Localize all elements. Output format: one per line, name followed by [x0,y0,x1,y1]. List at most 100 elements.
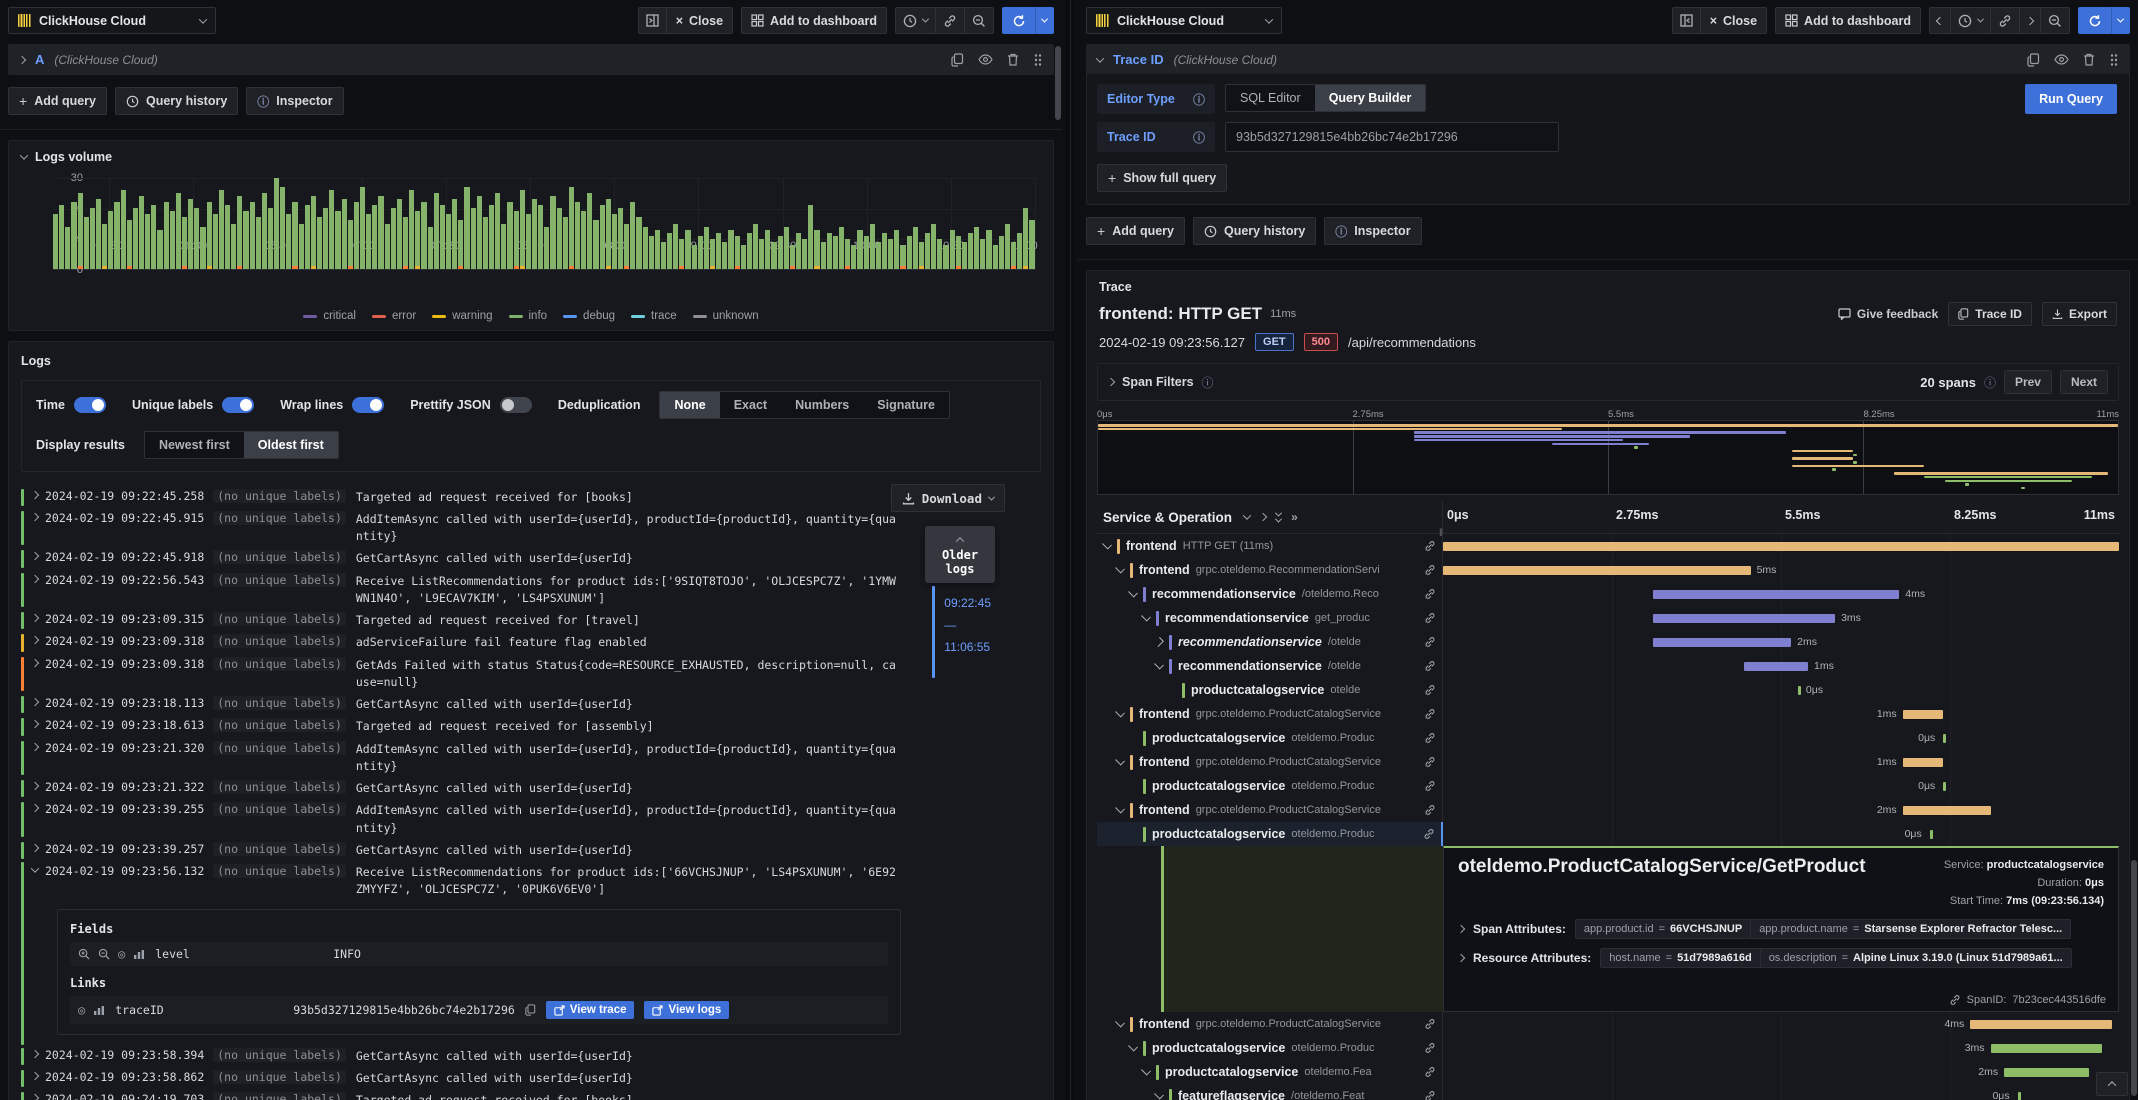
log-row[interactable]: 2024-02-19 09:23:18.113 (no unique labels… [21,694,901,716]
filter-for-icon[interactable] [78,948,90,960]
expand-log-icon[interactable] [30,742,40,751]
collapse-span-icon[interactable] [1141,611,1151,622]
collapse-query-icon[interactable] [1095,53,1105,63]
show-full-query-button[interactable]: + Show full query [1097,164,1228,192]
left-pane-scrollbar[interactable] [1055,46,1061,120]
expand-log-icon[interactable] [30,552,40,561]
log-row[interactable]: 2024-02-19 09:23:58.394 (no unique labels… [21,1045,901,1067]
refresh-interval-dropdown[interactable] [2111,7,2130,34]
collapse-span-icon[interactable] [1141,1065,1151,1076]
close-split-button[interactable]: × Close [665,7,734,34]
log-row[interactable]: 2024-02-19 09:23:21.320 (no unique labels… [21,738,901,778]
span-row[interactable]: frontend grpc.oteldemo.RecommendationServ… [1097,558,2119,582]
expand-log-icon[interactable] [30,1071,40,1080]
older-logs-button[interactable]: Older logs [925,526,995,583]
span-filters-bar[interactable]: Span Filters ⓘ 20 spans ⓘ Prev Next [1097,363,2119,401]
duplicate-query-icon[interactable] [951,52,964,67]
span-bar[interactable] [1902,758,1944,767]
log-row[interactable]: 2024-02-19 09:24:19.703 (no unique labels… [21,1090,901,1100]
zoom-out-button[interactable] [964,7,994,34]
span-link-icon[interactable] [1424,1042,1442,1054]
legend-item-trace[interactable]: trace [631,310,677,322]
view-trace-button[interactable]: View trace [545,1001,635,1019]
log-scroll-range-indicator[interactable]: 09:22:45 — 11:06:55 [932,586,991,678]
collapse-all-icon[interactable] [1275,509,1283,523]
span-row[interactable]: frontend HTTP GET (11ms) [1097,534,2119,558]
span-row[interactable]: productcatalogservice otelde 0μs [1097,678,2119,702]
log-row[interactable]: 2024-02-19 09:23:56.132 (no unique labels… [30,862,901,902]
delete-query-trash-icon[interactable] [1007,53,1019,66]
copy-icon[interactable] [525,1004,536,1016]
collapse-span-icon[interactable] [1154,1089,1164,1100]
log-row[interactable]: 2024-02-19 09:22:45.258 (no unique labels… [21,486,901,508]
run-query-refresh-button[interactable] [2078,7,2112,34]
field-row[interactable]: ◎ level INFO [70,942,888,966]
expand-chevron-right-icon[interactable] [1258,512,1268,522]
stats-icon[interactable] [133,949,145,960]
copy-trace-id-button[interactable]: Trace ID [1948,302,2032,326]
add-to-dashboard-button[interactable]: Add to dashboard [1775,7,1921,34]
span-link-icon[interactable] [1424,684,1442,696]
expand-all-icon[interactable]: » [1291,510,1298,524]
chevron-right-icon[interactable] [1456,925,1466,934]
link-row[interactable]: ◎ traceID 93b5d327129815e4bb26bc74e2b17296… [70,996,888,1024]
trace-minimap[interactable]: 0μs 2.75ms 5.5ms 8.25ms 11ms [1097,409,2119,495]
share-link-button[interactable] [1990,7,2020,34]
span-link-icon[interactable] [1424,660,1442,672]
give-feedback-button[interactable]: Give feedback [1838,307,1938,321]
expand-log-icon[interactable] [30,512,40,521]
left-datasource-picker[interactable]: ClickHouse Cloud [8,7,216,34]
expand-log-icon[interactable] [30,1093,40,1100]
left-query-header[interactable]: A (ClickHouse Cloud) [9,45,1053,74]
dedup-option-signature[interactable]: Signature [863,392,949,418]
wrap-lines-toggle-switch[interactable] [352,397,385,413]
span-row[interactable]: productcatalogservice oteldemo.Produc 0μs [1097,774,2119,798]
filter-out-icon[interactable] [98,948,110,960]
right-pane-scrollbar[interactable] [2131,860,2137,1096]
span-row[interactable]: recommendationservice/otelde 2ms [1097,630,2119,654]
split-pane-button[interactable] [637,7,667,34]
editor-tab-sql-editor[interactable]: SQL Editor [1226,85,1315,111]
span-tick[interactable] [1929,830,1933,839]
log-row[interactable]: 2024-02-19 09:23:09.318 (no unique labels… [21,654,901,694]
span-bar[interactable] [1970,1020,2113,1029]
log-row[interactable]: 2024-02-19 09:23:09.315 (no unique labels… [21,610,901,632]
chevron-right-icon[interactable] [1456,954,1466,963]
span-bar[interactable] [1743,662,1809,671]
span-row[interactable]: recommendationservice get_produc 3ms [1097,606,2119,630]
hide-query-eye-icon[interactable] [978,54,993,65]
span-row[interactable]: productcatalogservice oteldemo.Produc 0μs [1097,726,2119,750]
span-bar[interactable] [1443,566,1751,575]
dedup-option-none[interactable]: None [660,392,720,418]
log-row[interactable]: 2024-02-19 09:22:45.918 (no unique labels… [21,548,901,570]
span-link-icon[interactable] [1424,540,1442,552]
span-row[interactable]: featureflagservice/oteldemo.Feat 0μs [1097,1084,2119,1100]
legend-item-unknown[interactable]: unknown [692,310,759,322]
expand-log-icon[interactable] [30,490,40,499]
span-tick[interactable] [1797,686,1801,695]
span-link-icon[interactable] [1424,1090,1442,1100]
view-logs-button[interactable]: View logs [644,1001,730,1019]
duplicate-query-icon[interactable] [2027,52,2040,67]
collapse-span-icon[interactable] [1102,539,1112,550]
legend-item-critical[interactable]: critical [303,310,356,322]
zoom-out-button[interactable] [2040,7,2070,34]
span-row[interactable]: frontend grpc.oteldemo.ProductCatalogServ… [1097,798,2119,822]
log-row[interactable]: 2024-02-19 09:23:39.257 (no unique labels… [21,839,901,861]
add-query-button[interactable]: + Add query [1086,217,1185,245]
span-row[interactable]: productcatalogservice oteldemo.Produc 3ms [1097,1036,2119,1060]
time-shift-forward-button[interactable] [2019,7,2041,34]
toggle-visibility-icon[interactable]: ◎ [78,1003,85,1017]
expand-log-icon[interactable] [30,804,40,813]
log-row[interactable]: 2024-02-19 09:23:18.613 (no unique labels… [21,716,901,738]
span-bar[interactable] [1902,710,1944,719]
add-query-button[interactable]: + Add query [8,87,107,115]
drag-handle-icon[interactable] [1033,53,1043,67]
dedup-option-exact[interactable]: Exact [720,392,781,418]
span-link-icon[interactable] [1424,732,1442,744]
prev-span-button[interactable]: Prev [2003,370,2052,394]
hide-query-eye-icon[interactable] [2054,54,2069,65]
editor-tab-query-builder[interactable]: Query Builder [1314,85,1426,111]
span-link-icon[interactable] [1424,636,1442,648]
trace-query-header[interactable]: Trace ID (ClickHouse Cloud) [1087,45,2129,74]
